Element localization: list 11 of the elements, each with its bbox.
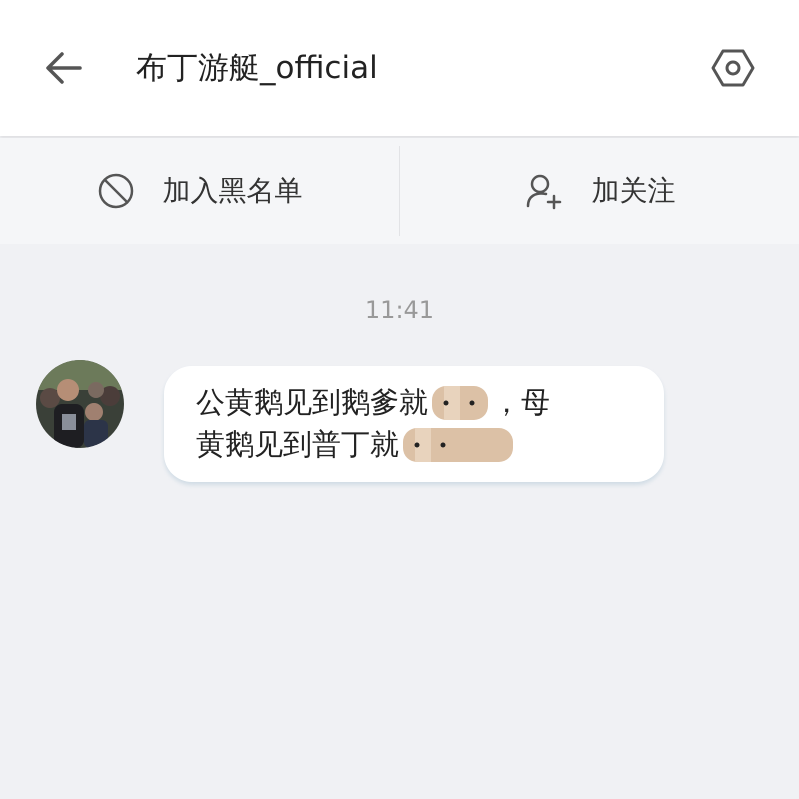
block-icon xyxy=(96,172,134,210)
back-arrow-icon xyxy=(44,50,84,86)
message-text: 黄鹅见到普丁就 xyxy=(196,426,399,464)
message-time: 11:41 xyxy=(364,295,434,326)
message-text: 公黄鹅见到鹅爹就 xyxy=(196,384,428,422)
blacklist-button[interactable]: 加入黑名单 xyxy=(0,138,399,244)
mosaic-blur-icon xyxy=(403,426,513,464)
chat-title: 布丁游艇_official xyxy=(136,48,378,88)
mosaic-blur-icon xyxy=(432,384,488,422)
message-text: ，母 xyxy=(492,384,550,422)
follow-button[interactable]: 加关注 xyxy=(399,146,799,236)
